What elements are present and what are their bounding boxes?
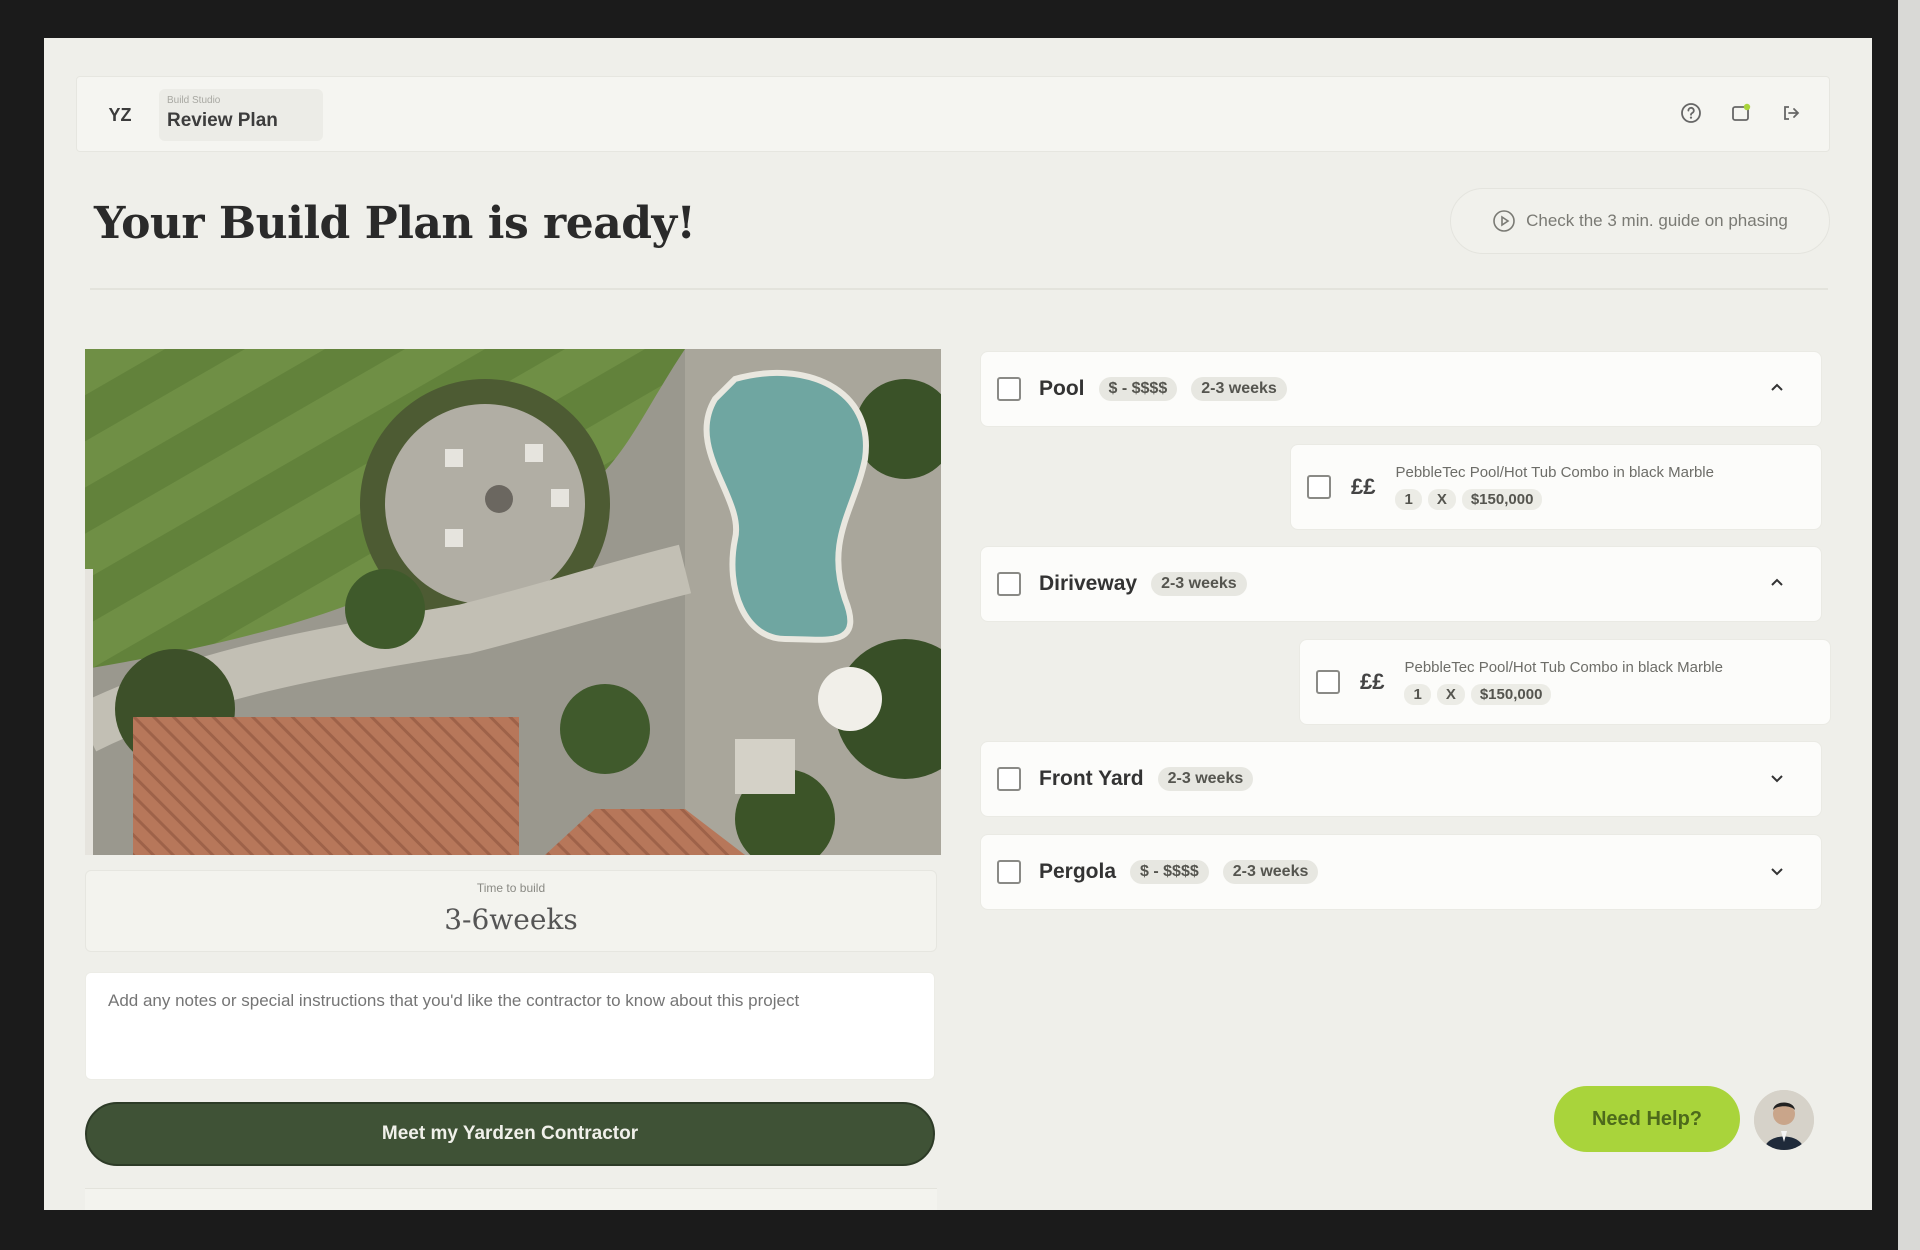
price-badge: $ - $$$$ — [1130, 860, 1209, 884]
item-price: $150,000 — [1461, 489, 1543, 510]
item-qty: 1 — [1404, 684, 1431, 705]
item-chips: 1 X $150,000 — [1395, 489, 1714, 510]
checkbox[interactable] — [1316, 670, 1340, 694]
pound-icon: ££ — [1360, 669, 1385, 694]
item-row[interactable]: ££ PebbleTec Pool/Hot Tub Combo in black… — [1290, 444, 1822, 530]
time-to-build-label: Time to build — [476, 881, 546, 895]
device-bezel — [1898, 0, 1920, 1250]
category-name: Front Yard — [1039, 767, 1144, 790]
notes-input[interactable] — [85, 972, 935, 1080]
duration-badge: 2-3 weeks — [1151, 572, 1247, 596]
checkbox[interactable] — [997, 377, 1021, 401]
duration-badge: 2-3 weeks — [1191, 377, 1287, 401]
yard-plan-image — [85, 349, 941, 855]
duration-badge: 2-3 weeks — [1222, 860, 1319, 884]
page-title: Your Build Plan is ready! — [94, 198, 696, 249]
divider — [90, 288, 1828, 290]
item-row[interactable]: ££ PebbleTec Pool/Hot Tub Combo in black… — [1299, 639, 1831, 725]
time-to-build-value: 3-6weeks — [444, 903, 578, 936]
meet-contractor-button[interactable]: Meet my Yardzen Contractor — [85, 1102, 935, 1166]
item-multiplier: X — [1436, 684, 1465, 705]
logo[interactable]: YZ — [99, 97, 141, 133]
duration-badge: 2-3 weeks — [1157, 767, 1254, 791]
time-to-build-card: Time to build 3-6weeks — [85, 870, 937, 952]
item-multiplier: X — [1427, 489, 1456, 510]
checkbox[interactable] — [1307, 475, 1331, 499]
notification-icon[interactable] — [1729, 101, 1753, 125]
checkbox[interactable] — [997, 572, 1021, 596]
category-name: Diriveway — [1039, 572, 1138, 595]
checkbox[interactable] — [997, 767, 1021, 791]
checkbox[interactable] — [997, 860, 1021, 884]
category-name: Pool — [1039, 377, 1085, 400]
chevron-up-icon[interactable] — [1767, 378, 1787, 398]
breadcrumb-section: Build Studio — [167, 95, 221, 106]
secondary-card-peek — [85, 1188, 937, 1210]
category-row-driveway[interactable]: Diriveway 2-3 weeks — [980, 546, 1822, 622]
price-badge: $ - $$$$ — [1098, 377, 1178, 401]
item-details: PebbleTec Pool/Hot Tub Combo in black Ma… — [1395, 464, 1714, 510]
help-icon[interactable] — [1679, 101, 1703, 125]
logout-icon[interactable] — [1779, 101, 1803, 125]
top-actions — [1679, 101, 1803, 125]
top-bar: YZ Build Studio Review Plan — [76, 76, 1830, 152]
item-price: $150,000 — [1470, 684, 1552, 705]
avatar[interactable] — [1754, 1090, 1814, 1150]
item-chips: 1 X $150,000 — [1404, 684, 1723, 705]
item-details: PebbleTec Pool/Hot Tub Combo in black Ma… — [1404, 659, 1723, 705]
app-screen: YZ Build Studio Review Plan Your Build P… — [44, 38, 1872, 1210]
phasing-guide-label: Check the 3 min. guide on phasing — [1526, 211, 1788, 230]
need-help-button[interactable]: Need Help? — [1554, 1086, 1740, 1152]
play-icon — [1493, 210, 1515, 232]
chevron-down-icon[interactable] — [1767, 861, 1787, 881]
item-qty: 1 — [1395, 489, 1422, 510]
phasing-guide-button[interactable]: Check the 3 min. guide on phasing — [1450, 188, 1830, 254]
item-title: PebbleTec Pool/Hot Tub Combo in black Ma… — [1404, 659, 1723, 676]
category-row-pool[interactable]: Pool $ - $$$$ 2-3 weeks — [980, 351, 1822, 427]
chevron-down-icon[interactable] — [1767, 768, 1787, 788]
chevron-up-icon[interactable] — [1767, 573, 1787, 593]
category-row-front-yard[interactable]: Front Yard 2-3 weeks — [980, 741, 1822, 817]
item-title: PebbleTec Pool/Hot Tub Combo in black Ma… — [1395, 464, 1714, 481]
pound-icon: ££ — [1351, 474, 1376, 499]
breadcrumb[interactable]: Build Studio Review Plan — [159, 89, 323, 141]
breadcrumb-title: Review Plan — [167, 110, 278, 131]
category-name: Pergola — [1039, 860, 1117, 883]
category-row-pergola[interactable]: Pergola $ - $$$$ 2-3 weeks — [980, 834, 1822, 910]
